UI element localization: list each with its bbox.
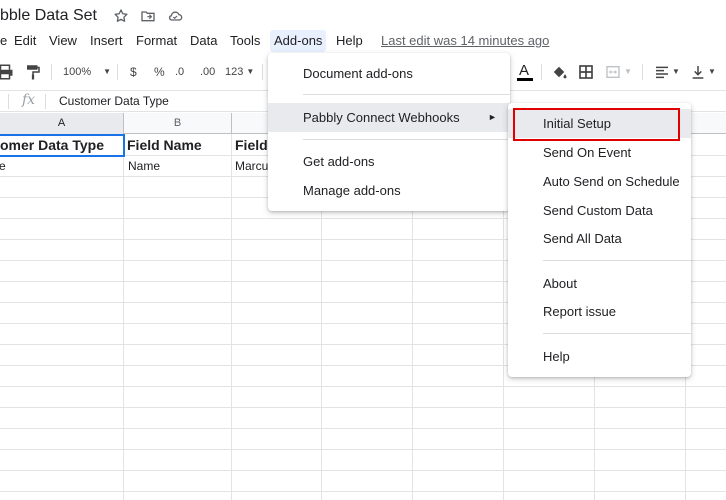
menu-divider [303, 94, 510, 95]
toolbar-divider [262, 64, 263, 80]
format-percent-button[interactable]: % [154, 58, 165, 86]
last-edit-link[interactable]: Last edit was 14 minutes ago [381, 33, 549, 48]
print-icon[interactable] [0, 58, 14, 86]
zoom-value: 100% [63, 66, 92, 78]
chevron-down-icon: ▼ [103, 67, 112, 76]
gridline [0, 407, 726, 408]
decrease-decimal-label: .0 [175, 66, 185, 78]
menu-divider [303, 139, 510, 140]
pabbly-submenu: Initial Setup Send On Event Auto Send on… [508, 103, 691, 377]
more-formats-label: 123 [225, 66, 244, 78]
gridline [231, 134, 232, 500]
increase-decimal-button[interactable]: .00 [200, 58, 215, 86]
menu-item-help[interactable]: Help [508, 342, 691, 371]
menu-divider [543, 260, 691, 261]
gridline [0, 470, 726, 471]
add-ons-menu: Document add-ons Pabbly Connect Webhooks… [268, 53, 510, 211]
menu-bar: e Edit View Insert Format Data Tools Add… [0, 30, 726, 52]
menu-item-send-all-data[interactable]: Send All Data [508, 224, 691, 253]
menu-tools[interactable]: Tools [226, 30, 264, 52]
more-formats-select[interactable]: 123 ▼ [225, 58, 254, 86]
column-header-a[interactable]: A [0, 113, 124, 134]
formula-bar-divider [45, 94, 46, 109]
toolbar-divider [642, 64, 643, 80]
submenu-arrow-icon: ► [488, 112, 497, 122]
menu-item-get-add-ons[interactable]: Get add-ons [268, 147, 510, 176]
menu-edit[interactable]: Edit [10, 30, 40, 52]
menu-format[interactable]: Format [132, 30, 181, 52]
highlight-annotation-box [513, 108, 680, 141]
gridline [0, 491, 726, 492]
toolbar-divider [117, 64, 118, 80]
borders-icon[interactable] [578, 58, 594, 86]
menu-item-about[interactable]: About [508, 269, 691, 298]
gridline [0, 428, 726, 429]
format-currency-button[interactable]: $ [130, 58, 137, 86]
menu-item-auto-send-on-schedule[interactable]: Auto Send on Schedule [508, 167, 691, 196]
menu-item-send-on-event[interactable]: Send On Event [508, 138, 691, 167]
cell-b1[interactable]: Field Name [127, 137, 230, 153]
zoom-select[interactable]: 100% ▼ [63, 58, 111, 86]
menu-item-report-issue[interactable]: Report issue [508, 297, 691, 326]
menu-item-manage-add-ons[interactable]: Manage add-ons [268, 176, 510, 205]
chevron-down-icon: ▼ [624, 67, 632, 76]
paint-format-icon[interactable] [24, 58, 42, 86]
fx-icon: fx [22, 92, 36, 108]
toolbar-divider [541, 64, 542, 80]
cell-a2[interactable]: e [0, 159, 121, 173]
move-folder-icon[interactable] [139, 7, 157, 25]
menu-divider [543, 333, 691, 334]
active-cell-selection [0, 134, 125, 157]
gridline [123, 134, 124, 500]
menu-item-pabbly-connect-webhooks[interactable]: Pabbly Connect Webhooks ► [268, 103, 510, 132]
column-header-b[interactable]: B [124, 113, 232, 134]
menu-add-ons[interactable]: Add-ons [270, 30, 327, 52]
formula-input[interactable]: Customer Data Type [59, 94, 169, 108]
title-bar: bble Data Set [0, 0, 726, 30]
decrease-decimal-button[interactable]: .0 [175, 58, 184, 86]
column-header-h[interactable] [686, 113, 726, 134]
chevron-down-icon: ▼ [672, 67, 680, 76]
document-title[interactable]: bble Data Set [0, 7, 97, 25]
merge-cells-icon[interactable]: ▼ [604, 58, 632, 86]
svg-text:A: A [519, 62, 529, 79]
formula-bar-divider [8, 94, 9, 109]
menu-view[interactable]: View [45, 30, 81, 52]
chevron-down-icon: ▼ [246, 67, 255, 76]
menu-item-send-custom-data[interactable]: Send Custom Data [508, 196, 691, 225]
menu-data[interactable]: Data [186, 30, 221, 52]
vertical-align-icon[interactable]: ▼ [690, 58, 716, 86]
menu-insert[interactable]: Insert [86, 30, 127, 52]
star-icon[interactable] [112, 7, 130, 25]
menu-item-document-add-ons[interactable]: Document add-ons [268, 59, 510, 88]
align-left-icon[interactable]: ▼ [654, 58, 680, 86]
toolbar-divider [51, 64, 52, 80]
cell-b2[interactable]: Name [128, 159, 230, 173]
pabbly-connect-webhooks-label: Pabbly Connect Webhooks [303, 110, 460, 125]
cloud-saved-icon[interactable] [166, 7, 184, 25]
gridline [0, 386, 726, 387]
gridline [0, 449, 726, 450]
text-color-icon[interactable]: A [515, 58, 535, 86]
fill-color-icon[interactable] [550, 58, 568, 86]
increase-decimal-label: .00 [200, 66, 216, 78]
menu-help[interactable]: Help [332, 30, 367, 52]
chevron-down-icon: ▼ [708, 67, 716, 76]
